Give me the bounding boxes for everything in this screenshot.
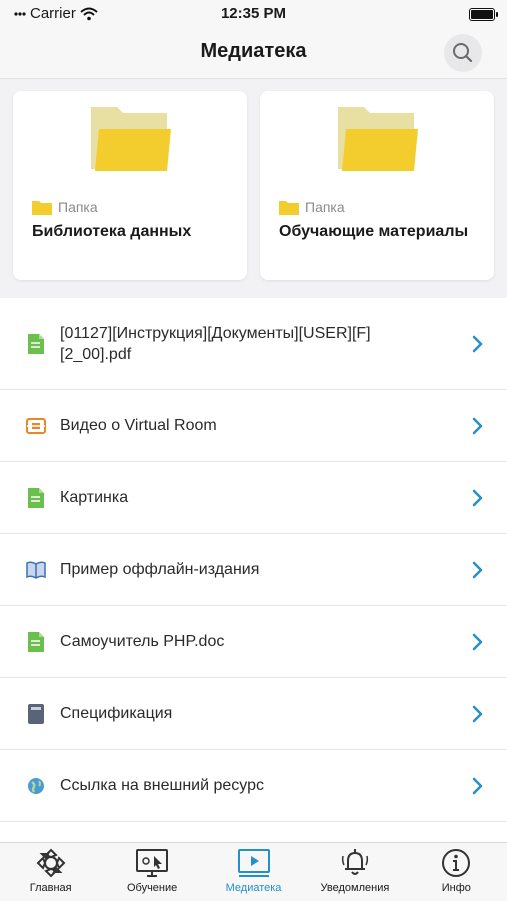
folder-kind-label: Папка — [58, 199, 98, 215]
info-icon — [442, 849, 471, 877]
item-label: Самоучитель PHP.doc — [60, 633, 225, 650]
chevron-right-icon — [472, 705, 483, 722]
folder-card[interactable]: Папка Обучающие материалы — [260, 91, 494, 280]
item-label: Ссылка на внешний ресурс — [60, 777, 265, 794]
list-item[interactable]: Видео о Virtual Room — [0, 390, 507, 462]
list-item[interactable]: Спецификация — [0, 678, 507, 750]
page-title: Медиатека — [200, 40, 307, 62]
battery-icon — [469, 8, 498, 21]
tab-label: Обучение — [126, 882, 178, 894]
folder-card[interactable]: Папка Библиотека данных — [13, 91, 247, 280]
item-label: Картинка — [60, 489, 129, 506]
learning-icon — [136, 849, 169, 877]
nav-bar: Медиатека — [0, 26, 507, 79]
list-item[interactable]: Пример оффлайн-издания — [0, 534, 507, 606]
document-icon — [28, 333, 44, 354]
tab-label: Инфо — [441, 882, 471, 894]
tab-label: Главная — [29, 882, 72, 894]
folder-icon — [91, 107, 171, 171]
media-icon — [237, 849, 270, 877]
item-label: [01127][Инструкция][Документы][USER][F][… — [60, 324, 371, 363]
bell-icon — [341, 849, 368, 875]
document-icon — [28, 631, 44, 652]
media-list: [01127][Инструкция][Документы][USER][F][… — [0, 298, 507, 842]
search-button[interactable] — [444, 34, 482, 72]
chevron-right-icon — [472, 633, 483, 650]
tab-media[interactable]: Медиатека — [203, 843, 304, 901]
book-icon — [26, 560, 46, 579]
item-label: Пример оффлайн-издания — [60, 561, 260, 578]
status-bar: Carrier 12:35 PM — [0, 0, 507, 26]
small-folder-icon — [279, 200, 299, 215]
folder-kind: Папка — [32, 199, 98, 215]
chevron-right-icon — [472, 561, 483, 578]
small-folder-icon — [32, 200, 52, 215]
item-label: Спецификация — [60, 705, 173, 722]
document-icon — [28, 487, 44, 508]
tab-learning[interactable]: Обучение — [101, 843, 202, 901]
search-icon — [453, 43, 473, 63]
tab-label: Уведомления — [320, 882, 390, 894]
notebook-icon — [28, 703, 44, 724]
chevron-right-icon — [472, 777, 483, 794]
video-link-icon — [26, 417, 46, 434]
tab-notifications[interactable]: Уведомления — [304, 843, 405, 901]
folders-section: Папка Библиотека данных Папка Обучающие … — [0, 79, 507, 298]
list-item[interactable]: Самоучитель PHP.doc — [0, 606, 507, 678]
folder-name: Библиотека данных — [32, 223, 192, 240]
tab-info[interactable]: Инфо — [406, 843, 507, 901]
tab-label: Медиатека — [225, 882, 282, 894]
folder-kind-label: Папка — [305, 199, 345, 215]
chevron-right-icon — [472, 335, 483, 352]
list-item[interactable]: Ссылка на внешний ресурс — [0, 750, 507, 822]
folder-name: Обучающие материалы — [279, 223, 469, 240]
folder-icon — [338, 107, 418, 171]
tab-home[interactable]: Главная — [0, 843, 101, 901]
home-icon — [36, 848, 66, 878]
status-time: 12:35 PM — [220, 5, 287, 22]
globe-icon — [28, 777, 44, 794]
tab-bar: Главная Обучение Медиатека Уведомления И… — [0, 842, 507, 901]
list-item[interactable]: [01127][Инструкция][Документы][USER][F][… — [0, 298, 507, 390]
folder-kind: Папка — [279, 199, 345, 215]
item-label: Видео о Virtual Room — [60, 417, 217, 434]
chevron-right-icon — [472, 417, 483, 434]
list-item[interactable]: Картинка — [0, 462, 507, 534]
chevron-right-icon — [472, 489, 483, 506]
